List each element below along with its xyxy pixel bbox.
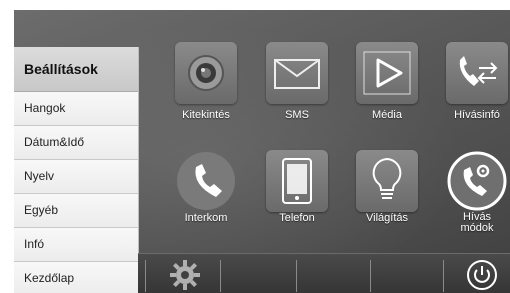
envelope-icon: [274, 59, 320, 89]
left-border: [0, 0, 14, 293]
media-button[interactable]: [356, 42, 418, 104]
call-transfer-icon: [459, 56, 498, 86]
sidebar-item-kezdolap[interactable]: Kezdőlap: [14, 262, 138, 293]
sidebar-item-egyeb[interactable]: Egyéb: [14, 194, 138, 228]
vilagitas-button[interactable]: [356, 150, 418, 212]
sidebar-item-info[interactable]: Infó: [14, 228, 138, 262]
kitekintes-label: Kitekintés: [182, 109, 230, 121]
camera-icon: [188, 55, 224, 91]
hivas-modok-label-line2: módok: [460, 222, 494, 234]
vilagitas-label: Világítás: [366, 212, 408, 224]
divider: [370, 260, 371, 292]
divider: [145, 260, 146, 292]
kitekintes-button[interactable]: [175, 42, 237, 104]
tablet-icon: [282, 158, 312, 204]
divider: [296, 260, 297, 292]
hivas-modok-label: Hívás módok: [432, 212, 510, 234]
light-bulb-icon: [372, 157, 402, 199]
phone-icon: [177, 152, 235, 210]
sms-label: SMS: [285, 109, 309, 121]
sidebar-title: Beállítások: [14, 47, 138, 92]
top-border: [0, 0, 510, 10]
divider: [443, 260, 444, 292]
media-label: Média: [372, 109, 402, 121]
sidebar-item-hangok[interactable]: Hangok: [14, 92, 138, 126]
gear-icon[interactable]: [168, 258, 202, 292]
telefon-label: Telefon: [279, 212, 315, 224]
sms-button[interactable]: [266, 42, 328, 104]
telefon-button[interactable]: [266, 150, 328, 212]
sidebar-item-nyelv[interactable]: Nyelv: [14, 160, 138, 194]
sidebar-item-datum-ido[interactable]: Dátum&Idő: [14, 126, 138, 160]
settings-sidebar: Beállítások Hangok Dátum&Idő Nyelv Egyéb…: [14, 47, 139, 293]
divider: [220, 260, 221, 292]
hivasinfo-label: Hívásinfó: [454, 109, 500, 121]
hivas-modok-button[interactable]: [446, 150, 508, 212]
play-icon: [363, 51, 411, 95]
hivasinfo-button[interactable]: [446, 42, 508, 104]
interkom-button[interactable]: [175, 150, 237, 212]
interkom-label: Interkom: [184, 212, 228, 224]
power-icon[interactable]: [465, 258, 499, 292]
intercom-screen: Beállítások Hangok Dátum&Idő Nyelv Egyéb…: [0, 0, 510, 293]
phone-settings-icon: [447, 151, 507, 211]
